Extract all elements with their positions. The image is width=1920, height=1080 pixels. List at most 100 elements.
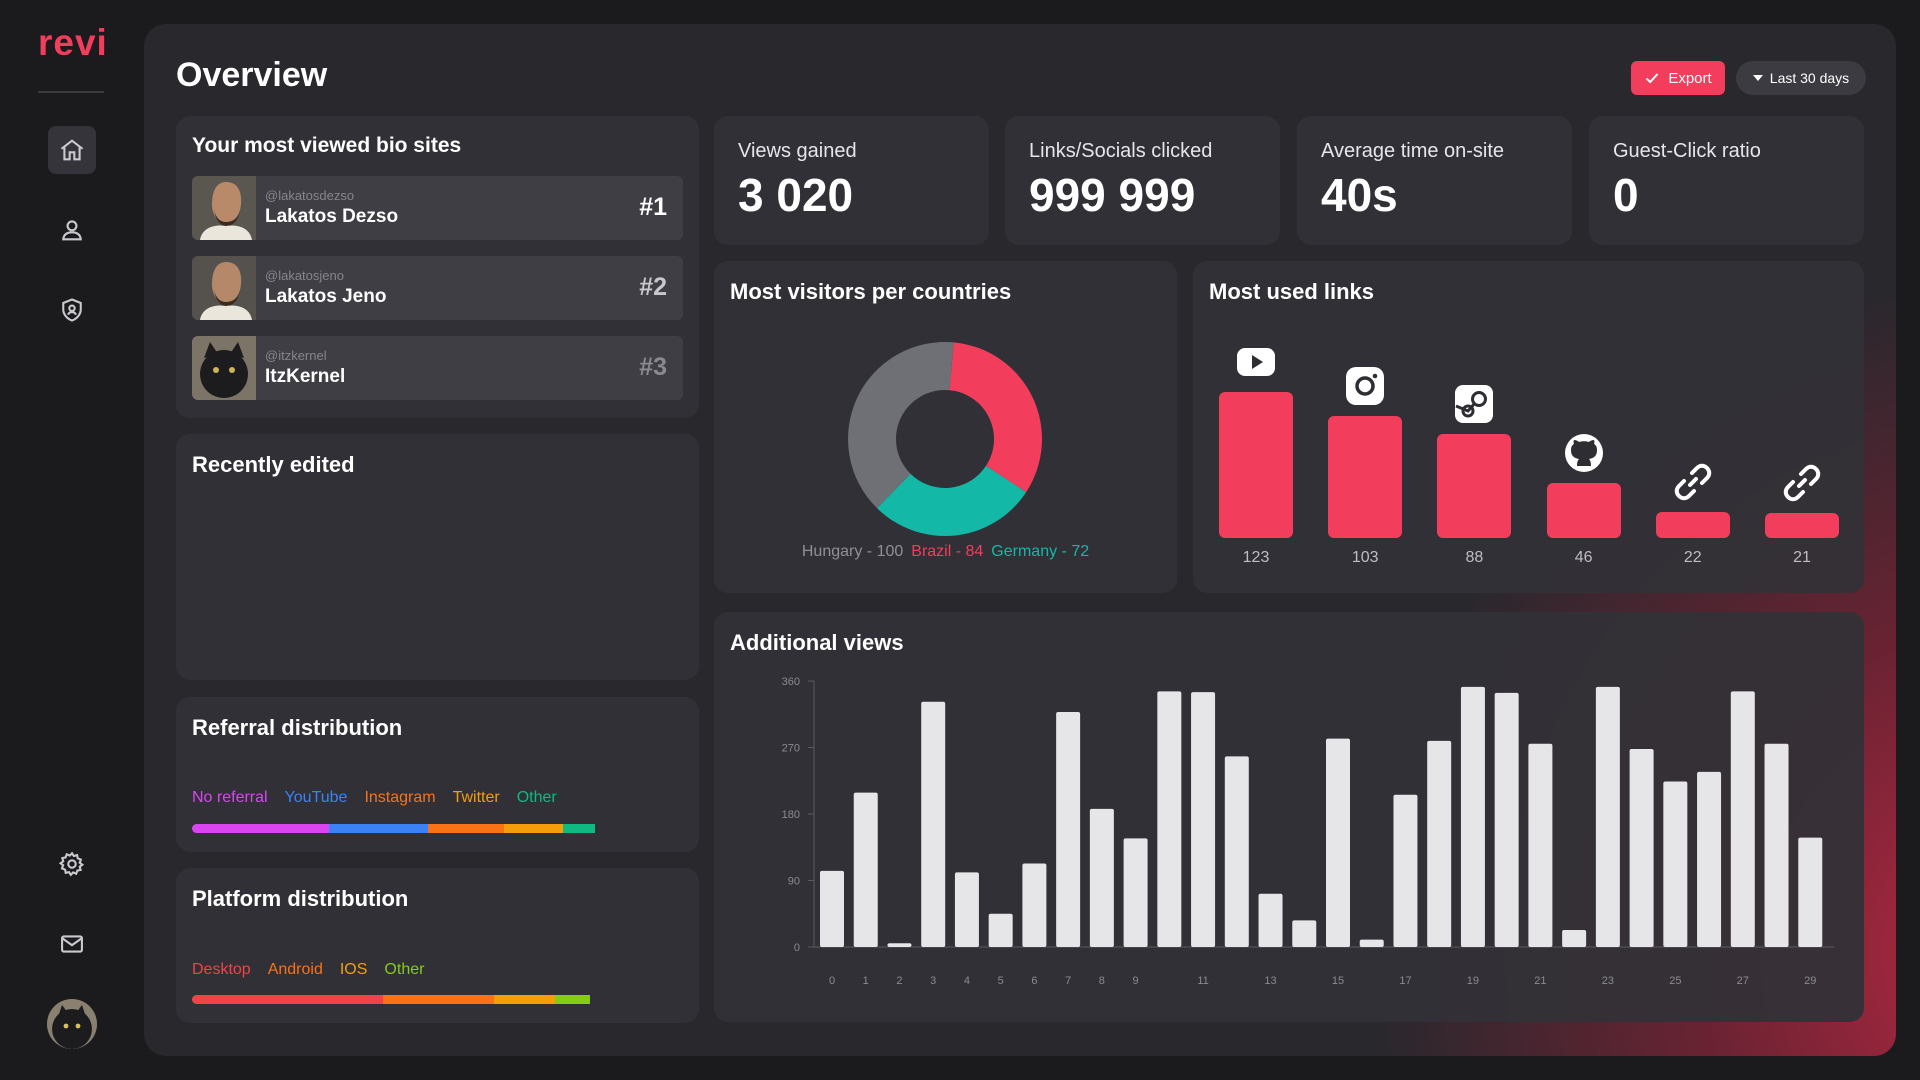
link-bar (1328, 415, 1403, 538)
y-tick-label: 270 (782, 743, 800, 755)
view-bar[interactable] (1393, 794, 1418, 947)
view-bar[interactable] (921, 701, 946, 947)
x-tick-label: 19 (1467, 975, 1479, 987)
main-panel: Overview Export Last 30 days Your most v… (144, 24, 1896, 1056)
view-bar[interactable] (1562, 930, 1587, 947)
platform-bar-segment (192, 995, 384, 1004)
platform-card: Platform distribution Desktop Android IOS O… (176, 868, 699, 1023)
view-bar[interactable] (1460, 686, 1485, 947)
view-bar[interactable] (1326, 738, 1350, 947)
donut-slice-hungary[interactable] (848, 342, 954, 509)
bio-site-handle: @itzkernel (265, 348, 327, 363)
stat-card: Average time on-site 40s (1297, 116, 1572, 245)
view-bar[interactable] (1730, 691, 1755, 947)
x-tick-label: 2 (896, 975, 902, 987)
referral-bar-segment (427, 824, 504, 833)
view-bar[interactable] (1056, 712, 1081, 947)
referral-legend-item: No referral (192, 789, 268, 806)
user-icon (62, 220, 82, 241)
x-tick-label: 8 (1099, 975, 1105, 987)
date-range-dropdown[interactable]: Last 30 days (1736, 61, 1866, 95)
platform-legend-item: IOS (339, 961, 368, 978)
view-bar[interactable] (1359, 939, 1384, 947)
stat-label: Average time on-site (1321, 140, 1505, 162)
view-bar[interactable] (1697, 771, 1722, 947)
export-button[interactable]: Export (1631, 61, 1725, 95)
sidebar-item-settings[interactable] (48, 840, 96, 888)
platform-legend-item: Android (267, 961, 323, 978)
cat-photo-icon (192, 336, 256, 400)
view-bar[interactable] (1157, 691, 1182, 947)
bio-site-name: Lakatos Dezso (265, 206, 399, 227)
stat-label: Views gained (738, 140, 857, 162)
bio-sites-card: Your most viewed bio sites @lakatosdezso… (176, 116, 699, 418)
link-bar-column[interactable]: 22 (1655, 261, 1730, 593)
view-bar[interactable] (1663, 781, 1688, 947)
stat-card: Views gained 3 020 (714, 116, 989, 245)
view-bar[interactable] (853, 792, 878, 947)
view-bar[interactable] (1191, 692, 1216, 947)
y-tick-label: 0 (794, 942, 800, 954)
referral-bar-segment (503, 824, 563, 833)
gear-icon (58, 851, 85, 877)
sidebar-item-security[interactable] (48, 286, 96, 334)
link-bar-column[interactable]: 103 (1328, 261, 1403, 593)
link-icon (1782, 463, 1822, 503)
additional-views-chart: 0901802703600 1 2 3 4 5 6 7 8 9 11 13 15 17 19 21 23 25 27… (782, 676, 1834, 987)
view-bar[interactable] (1427, 740, 1452, 947)
view-bar[interactable] (1798, 837, 1823, 947)
platform-bar-segment (555, 995, 590, 1004)
countries-legend-item: Brazil - 84 (911, 543, 984, 560)
view-bar[interactable] (1224, 756, 1249, 947)
view-bar[interactable] (1089, 808, 1114, 947)
donut-slice-brazil[interactable] (949, 342, 1042, 493)
link-bar-column[interactable]: 21 (1765, 261, 1839, 593)
avatar[interactable] (47, 999, 97, 1049)
view-bar[interactable] (1494, 692, 1519, 947)
bio-site-image (192, 336, 256, 400)
platform-title: Platform distribution (192, 886, 409, 911)
referral-legend-item: YouTube (284, 789, 348, 806)
view-bar[interactable] (1528, 743, 1553, 947)
sidebar-item-profile[interactable] (48, 206, 96, 254)
countries-legend-item: Hungary - 100 (801, 543, 904, 560)
platform-legend-item: Desktop (192, 961, 251, 978)
view-bar[interactable] (1595, 686, 1620, 947)
sidebar-item-messages[interactable] (48, 920, 96, 968)
referral-bar-segment (329, 824, 428, 833)
link-bar-value: 88 (1465, 549, 1484, 566)
link-bar-column[interactable]: 88 (1437, 261, 1512, 593)
view-bar[interactable] (988, 913, 1013, 947)
referral-bar (192, 824, 683, 833)
view-bar[interactable] (1123, 838, 1148, 947)
stat-card: Links/Socials clicked 999 999 (1005, 116, 1280, 245)
bio-site-rank: #2 (639, 273, 667, 301)
stat-value: 3 020 (738, 169, 854, 221)
platform-bar (192, 995, 683, 1004)
referral-card: Referral distribution No referral YouTube… (176, 697, 699, 852)
x-tick-label: 9 (1133, 975, 1139, 987)
view-bar[interactable] (820, 870, 844, 947)
cat-avatar-icon (47, 999, 97, 1049)
bio-site-image (192, 176, 256, 240)
bio-site-row[interactable]: @itzkernel ItzKernel #3 (192, 336, 683, 400)
x-tick-label: 29 (1804, 975, 1816, 987)
bio-site-handle: @lakatosdezso (265, 188, 355, 203)
view-bar[interactable] (1022, 863, 1047, 947)
platform-bar-segment (383, 995, 494, 1004)
referral-legend-item: Instagram (364, 789, 436, 806)
view-bar[interactable] (1764, 743, 1789, 947)
countries-card: Most visitors per countries Hungary - 10… (714, 261, 1177, 593)
view-bar[interactable] (1258, 893, 1283, 947)
bio-site-row[interactable]: @lakatosjeno Lakatos Jeno #2 (192, 256, 683, 320)
view-bar[interactable] (887, 943, 912, 947)
link-bar-column[interactable]: 46 (1546, 261, 1621, 593)
view-bar[interactable] (1292, 920, 1317, 947)
sidebar-item-home[interactable] (48, 126, 96, 174)
view-bar[interactable] (954, 872, 979, 947)
x-tick-label: 15 (1332, 975, 1344, 987)
bio-site-row[interactable]: @lakatosdezso Lakatos Dezso #1 (192, 176, 683, 240)
view-bar[interactable] (1629, 748, 1654, 947)
x-tick-label: 13 (1264, 975, 1276, 987)
link-bar-column[interactable]: 123 (1219, 261, 1293, 593)
